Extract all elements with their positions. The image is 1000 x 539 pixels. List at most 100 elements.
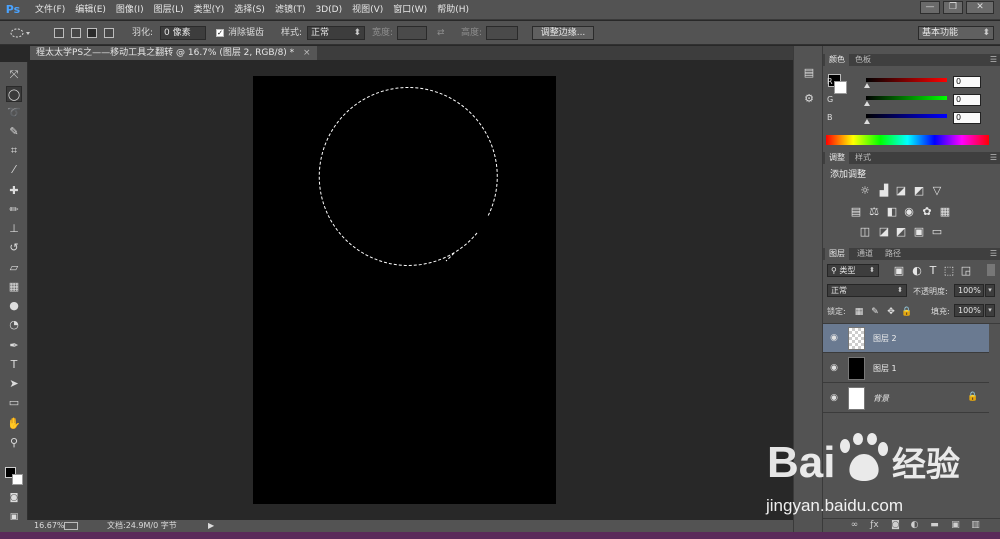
history-brush-tool-icon[interactable]: ↺ — [6, 240, 22, 256]
zoom-level[interactable]: 16.67% — [34, 520, 65, 532]
channel-r-knob[interactable] — [864, 83, 870, 88]
tab-color[interactable]: 颜色 — [825, 54, 849, 66]
menu-help[interactable]: 帮助(H) — [432, 0, 474, 20]
feather-input[interactable]: 0 像素 — [160, 26, 206, 40]
channel-g-slider[interactable] — [866, 96, 947, 100]
layer-row-layer1[interactable]: ◉ 图层 1 — [823, 354, 989, 383]
filter-smart-object-icon[interactable]: ◲ — [960, 265, 972, 277]
subtract-selection-icon[interactable] — [87, 28, 97, 38]
panel-menu-icon[interactable]: ☰ — [990, 152, 997, 164]
gradient-map-icon[interactable]: ▭ — [931, 226, 943, 238]
channel-mixer-icon[interactable]: ✿ — [921, 206, 933, 218]
exposure-icon[interactable]: ◩ — [913, 185, 925, 197]
visibility-eye-icon[interactable]: ◉ — [829, 363, 839, 373]
height-input[interactable] — [486, 26, 518, 40]
menu-image[interactable]: 图像(I) — [111, 0, 149, 20]
new-group-icon[interactable]: ▬ — [929, 520, 940, 531]
photo-filter-icon[interactable]: ◉ — [903, 206, 915, 218]
menu-3d[interactable]: 3D(D) — [310, 0, 347, 20]
link-layers-icon[interactable]: ∞ — [849, 520, 860, 531]
menu-edit[interactable]: 编辑(E) — [70, 0, 111, 20]
levels-icon[interactable]: ▟ — [878, 185, 890, 197]
selective-color-icon[interactable]: ▣ — [913, 226, 925, 238]
new-adjustment-icon[interactable]: ◐ — [909, 520, 920, 531]
lock-pixels-icon[interactable]: ✎ — [869, 306, 881, 318]
eraser-tool-icon[interactable]: ▱ — [6, 260, 22, 276]
layer-name[interactable]: 图层 2 — [873, 324, 897, 353]
filter-pixel-icon[interactable]: ▣ — [893, 265, 905, 277]
pen-tool-icon[interactable]: ✒ — [6, 338, 22, 354]
channel-b-slider[interactable] — [866, 114, 947, 118]
intersect-selection-icon[interactable] — [104, 28, 114, 38]
lasso-tool-icon[interactable]: ➰ — [6, 105, 22, 121]
brightness-contrast-icon[interactable]: ☼ — [859, 185, 871, 197]
document-canvas[interactable] — [253, 76, 556, 504]
refine-edge-button[interactable]: 调整边缘... — [532, 26, 594, 40]
opacity-input[interactable]: 100% — [954, 284, 984, 297]
menu-window[interactable]: 窗口(W) — [388, 0, 432, 20]
style-select[interactable]: 正常 ⬍ — [307, 26, 365, 40]
new-layer-icon[interactable]: ▣ — [950, 520, 961, 531]
chevron-down-icon[interactable]: ▾ — [985, 304, 995, 317]
layer-filter-select[interactable]: ⚲ 类型 ⬍ — [827, 264, 879, 277]
tab-adjustments[interactable]: 调整 — [825, 152, 849, 164]
curves-icon[interactable]: ◪ — [895, 185, 907, 197]
background-color-swatch[interactable] — [12, 474, 23, 485]
channel-g-value[interactable]: 0 — [953, 94, 981, 106]
panel-menu-icon[interactable]: ☰ — [990, 54, 997, 66]
hue-saturation-icon[interactable]: ▤ — [850, 206, 862, 218]
eyedropper-tool-icon[interactable]: ⁄ — [6, 162, 22, 178]
layer-row-layer2[interactable]: ◉ 图层 2 — [823, 324, 989, 353]
color-lookup-icon[interactable]: ▦ — [939, 206, 951, 218]
visibility-eye-icon[interactable]: ◉ — [829, 333, 839, 343]
type-tool-icon[interactable]: T — [6, 357, 22, 373]
gradient-tool-icon[interactable]: ▦ — [6, 279, 22, 295]
filter-adjustment-icon[interactable]: ◐ — [911, 265, 923, 277]
layer-name[interactable]: 背景 — [873, 384, 889, 413]
move-tool-icon[interactable]: ⤧ — [6, 67, 22, 83]
new-selection-icon[interactable] — [54, 28, 64, 38]
crop-tool-icon[interactable]: ⌗ — [6, 143, 22, 159]
tab-layers[interactable]: 图层 — [825, 248, 849, 260]
color-spectrum-bar[interactable] — [826, 135, 989, 145]
menu-file[interactable]: 文件(F) — [30, 0, 70, 20]
fill-input[interactable]: 100% — [954, 304, 984, 317]
add-selection-icon[interactable] — [71, 28, 81, 38]
brush-tool-icon[interactable]: ✏ — [6, 202, 22, 218]
restore-button[interactable]: ❐ — [943, 1, 963, 14]
blur-tool-icon[interactable]: ● — [6, 298, 22, 314]
dodge-tool-icon[interactable]: ◔ — [6, 317, 22, 333]
channel-r-value[interactable]: 0 — [953, 76, 981, 88]
swap-icon[interactable]: ⇄ — [437, 21, 445, 45]
menu-layer[interactable]: 图层(L) — [149, 0, 189, 20]
channel-b-value[interactable]: 0 — [953, 112, 981, 124]
channel-b-knob[interactable] — [864, 119, 870, 124]
channel-g-knob[interactable] — [864, 101, 870, 106]
properties-panel-icon[interactable]: ⚙ — [801, 92, 817, 108]
tab-styles[interactable]: 样式 — [851, 152, 875, 164]
tab-paths[interactable]: 路径 — [881, 248, 905, 260]
menu-view[interactable]: 视图(V) — [347, 0, 388, 20]
threshold-icon[interactable]: ◩ — [895, 226, 907, 238]
invert-icon[interactable]: ◫ — [859, 226, 871, 238]
filter-shape-icon[interactable]: ⬚ — [943, 265, 955, 277]
path-selection-tool-icon[interactable]: ➤ — [6, 376, 22, 392]
chevron-down-icon[interactable]: ▾ — [985, 284, 995, 297]
zoom-tool-icon[interactable]: ⚲ — [6, 435, 22, 451]
tab-swatches[interactable]: 色板 — [851, 54, 875, 66]
panel-menu-icon[interactable]: ☰ — [990, 248, 997, 260]
width-input[interactable] — [397, 26, 427, 40]
menu-type[interactable]: 类型(Y) — [189, 0, 230, 20]
visibility-eye-icon[interactable]: ◉ — [829, 393, 839, 403]
lock-transparent-icon[interactable]: ▦ — [853, 306, 865, 318]
color-balance-icon[interactable]: ⚖ — [868, 206, 880, 218]
lock-all-icon[interactable]: 🔒 — [901, 306, 913, 318]
menu-filter[interactable]: 滤镜(T) — [270, 0, 311, 20]
layer-style-icon[interactable]: ƒx — [869, 520, 880, 531]
export-icon[interactable] — [64, 522, 78, 530]
document-tab[interactable]: 程太太学PS之——移动工具之翻转 @ 16.7% (图层 2, RGB/8) *… — [30, 46, 317, 60]
close-tab-icon[interactable]: × — [303, 48, 311, 58]
ellipse-marquee-preset-icon[interactable] — [8, 21, 32, 45]
black-white-icon[interactable]: ◧ — [886, 206, 898, 218]
posterize-icon[interactable]: ◪ — [878, 226, 890, 238]
